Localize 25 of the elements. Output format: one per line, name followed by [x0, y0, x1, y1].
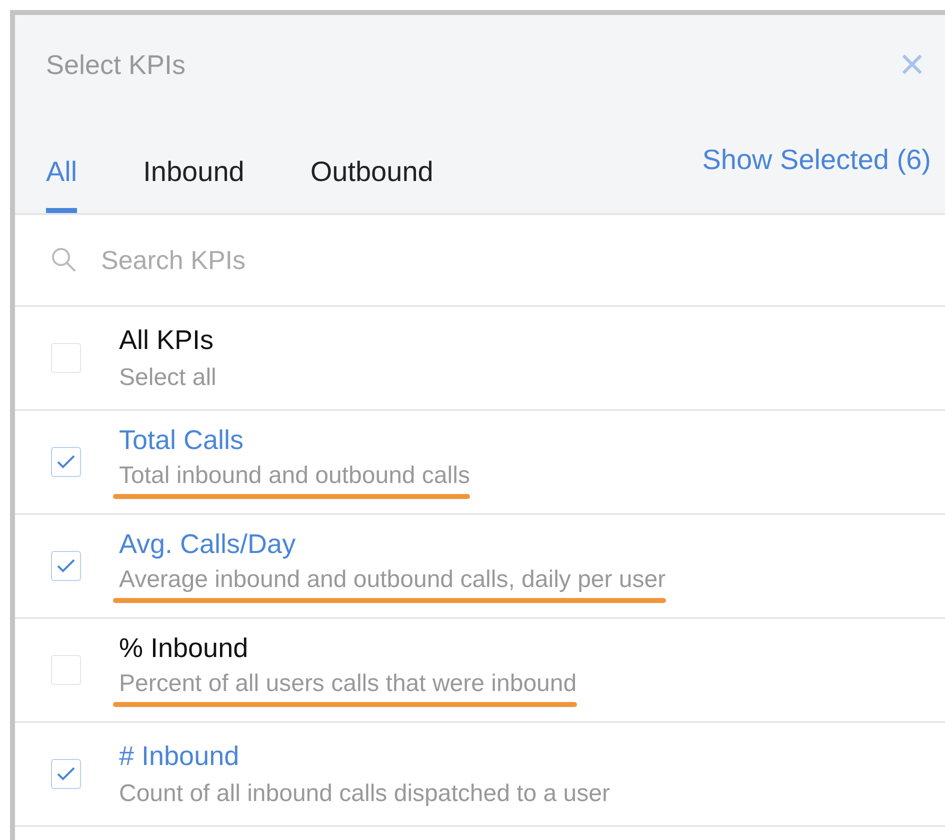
- kpi-name: % Inbound: [119, 633, 248, 664]
- search-icon: [51, 247, 77, 273]
- kpi-description: Total inbound and outbound calls: [119, 462, 470, 490]
- tab[interactable]: Outbound: [310, 156, 434, 213]
- kpi-description: Average inbound and outbound calls, daily per user: [119, 566, 666, 594]
- dialog-title: Select KPIs: [46, 50, 186, 80]
- kpi-description: Count of all inbound calls dispatched to a user: [119, 780, 610, 808]
- kpi-name: # Inbound: [119, 740, 240, 772]
- kpi-name: All KPIs: [119, 324, 214, 356]
- tab[interactable]: Inbound: [143, 156, 244, 213]
- checkbox[interactable]: [51, 551, 81, 581]
- kpi-description: Percent of all users calls that were inbound: [119, 670, 577, 698]
- check-icon: [57, 767, 75, 781]
- checkbox[interactable]: [51, 655, 81, 685]
- check-icon: [57, 559, 75, 573]
- search-field[interactable]: Search KPIs: [99, 244, 503, 276]
- check-icon: [57, 455, 75, 469]
- kpi-description: Select all: [119, 364, 216, 392]
- checkbox[interactable]: [51, 447, 81, 477]
- tab[interactable]: All: [46, 156, 78, 213]
- kpi-name: Avg. Calls/Day: [119, 529, 296, 560]
- show-selected-link[interactable]: Show Selected (6): [702, 144, 931, 176]
- checkbox[interactable]: [51, 759, 81, 789]
- checkbox[interactable]: [51, 343, 81, 373]
- kpi-name: Total Calls: [119, 425, 244, 456]
